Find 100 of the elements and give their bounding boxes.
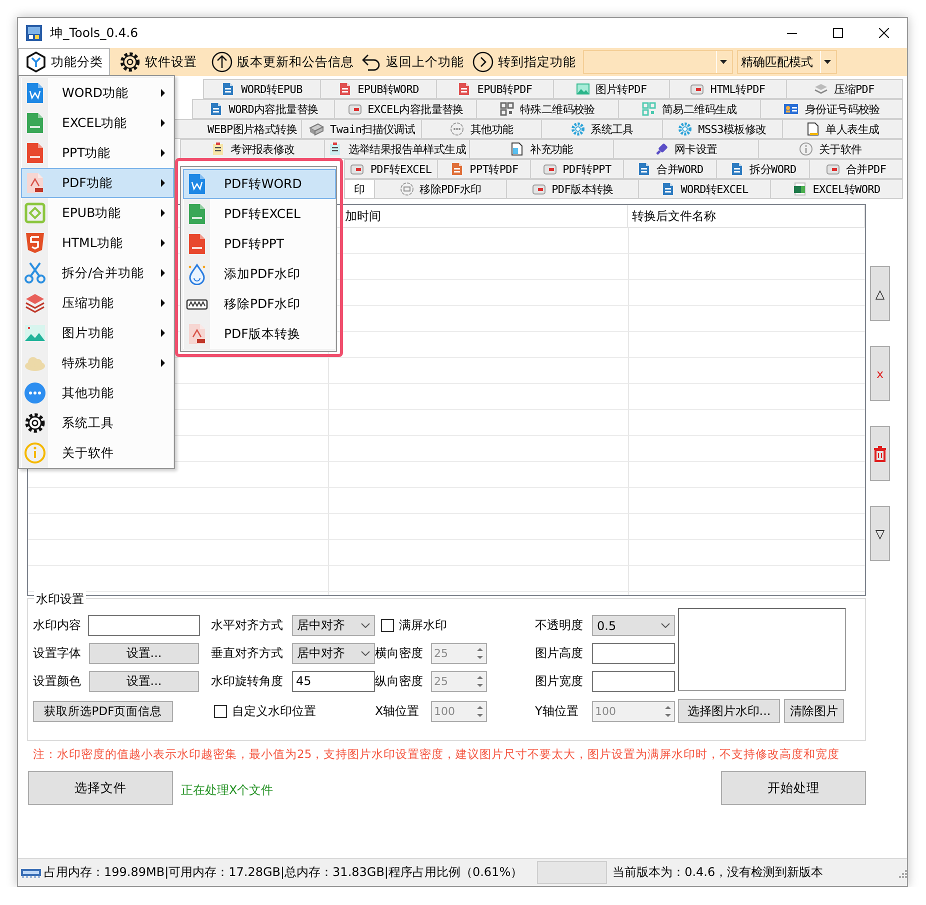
tab[interactable]: 特殊二维码校验: [477, 99, 619, 119]
tab[interactable]: 简易二维码生成: [619, 99, 761, 119]
group-title: 水印设置: [34, 591, 86, 608]
tab[interactable]: 移除PDF水印: [375, 179, 507, 199]
clear-button[interactable]: [870, 426, 890, 481]
id-card-icon: [783, 102, 800, 116]
tab[interactable]: HTML转PDF: [670, 79, 786, 99]
spreadsheet-icon: [24, 112, 46, 134]
toolbar-button[interactable]: 返回上个功能: [353, 48, 461, 76]
tab[interactable]: 印: [344, 179, 375, 199]
close-icon[interactable]: [879, 28, 889, 38]
text-field[interactable]: [592, 670, 675, 692]
menu-item[interactable]: 拆分/合并功能: [21, 258, 174, 288]
menu-item[interactable]: EXCEL功能: [21, 108, 174, 138]
maximize-icon[interactable]: [833, 28, 843, 38]
page-info-button[interactable]: 获取所选PDF页面信息: [33, 700, 173, 722]
memory-icon: [21, 868, 41, 878]
pdf-document-icon: [186, 323, 208, 345]
menu-item[interactable]: 图片功能: [21, 318, 174, 348]
tab[interactable]: PDF转PPT: [531, 159, 624, 179]
menu-item[interactable]: HTML功能: [21, 228, 174, 258]
tab[interactable]: EPUB转PDF: [437, 79, 554, 99]
tab[interactable]: WORD转EXCEL: [639, 179, 771, 199]
tab[interactable]: 身份证号码校验: [761, 99, 903, 119]
dropdown[interactable]: 居中对齐: [292, 642, 375, 664]
label-icon: [532, 182, 546, 196]
choose-image-button[interactable]: 选择图片水印...: [678, 699, 780, 723]
tab[interactable]: MSS3模板修改: [662, 119, 783, 139]
menu-item[interactable]: 移除PDF水印: [183, 289, 336, 319]
dropdown[interactable]: 0.5: [592, 615, 675, 636]
delete-button[interactable]: x: [870, 346, 890, 401]
toolbar-button[interactable]: 软件设置: [112, 48, 194, 76]
document-icon: [730, 162, 744, 176]
tab[interactable]: EXCEL内容批量替换: [335, 99, 477, 119]
color-settings-button[interactable]: 设置...: [89, 670, 199, 692]
label-icon: [350, 162, 364, 176]
tab[interactable]: EXCEL转WORD: [771, 179, 903, 199]
caret-icon: [720, 60, 727, 64]
text-field[interactable]: 45: [292, 670, 375, 692]
menu-item[interactable]: PPT功能: [21, 138, 174, 168]
memory-status: 占用内存：199.89MB|可用内存：17.28GB|总内存：31.83GB|程序占用比例（0.61%）: [44, 864, 523, 881]
menu-item[interactable]: 压缩功能: [21, 288, 174, 318]
menu-item[interactable]: PDF转WORD: [183, 169, 336, 199]
tab[interactable]: 补充功能: [470, 139, 614, 159]
menu-item[interactable]: 关于软件: [21, 438, 174, 468]
toolbar-button[interactable]: 转到指定功能: [465, 48, 573, 76]
menu-item[interactable]: EPUB功能: [21, 198, 174, 228]
start-button[interactable]: 开始处理: [721, 771, 866, 805]
tab[interactable]: WORD转EPUB: [203, 79, 320, 99]
tab[interactable]: 网卡设置: [614, 139, 759, 159]
shield-icon: [24, 232, 46, 254]
tab[interactable]: 合并WORD: [624, 159, 717, 179]
menu-item[interactable]: PDF转EXCEL: [183, 199, 336, 229]
tab[interactable]: 考评报表修改: [180, 139, 326, 159]
menu-item[interactable]: 添加PDF水印: [183, 259, 336, 289]
text-field[interactable]: [88, 615, 200, 636]
tab[interactable]: 其他功能: [422, 119, 542, 139]
field-label: 纵向密度: [375, 672, 424, 690]
menu-item[interactable]: PDF版本转换: [183, 319, 336, 349]
stack-icon: [814, 82, 828, 96]
tab[interactable]: 选举结果报告单样式生成: [325, 139, 470, 159]
gear-icon: [678, 122, 692, 136]
clear-image-button[interactable]: 清除图片: [784, 699, 844, 723]
tab[interactable]: 图片转PDF: [554, 79, 670, 99]
font-settings-button[interactable]: 设置...: [89, 642, 199, 664]
checkbox[interactable]: [381, 619, 394, 632]
tab[interactable]: EPUB转WORD: [320, 79, 437, 99]
menu-item[interactable]: PDF功能: [21, 168, 174, 198]
document-icon: [221, 82, 236, 96]
tab[interactable]: 系统工具: [542, 119, 663, 139]
tab[interactable]: Twain扫描仪调试: [302, 119, 422, 139]
tab[interactable]: WORD内容批量替换: [192, 99, 335, 119]
text-field[interactable]: [592, 642, 675, 664]
menu-item[interactable]: 其他功能: [21, 378, 174, 408]
menu-item[interactable]: WORD功能: [21, 78, 174, 108]
tab[interactable]: 压缩PDF: [786, 79, 903, 99]
tab[interactable]: 合并PDF: [810, 159, 903, 179]
tab[interactable]: PDF转EXCEL: [344, 159, 438, 179]
document-icon: [660, 182, 675, 196]
menu-item[interactable]: PDF转PPT: [183, 229, 336, 259]
tab[interactable]: 单人表生成: [782, 119, 904, 139]
match-mode-dropdown[interactable]: 精确匹配模式: [737, 50, 837, 74]
spreadsheet-icon: [792, 182, 807, 196]
menu-item[interactable]: 特殊功能: [21, 348, 174, 378]
tab[interactable]: PDF版本转换: [507, 179, 639, 199]
tab[interactable]: 拆分WORD: [717, 159, 810, 179]
tab[interactable]: 关于软件: [758, 139, 904, 159]
toolbar-button[interactable]: 功能分类: [18, 48, 110, 76]
menu-item[interactable]: 系统工具: [21, 408, 174, 438]
field-label: 图片高度: [535, 644, 584, 662]
arrow-button[interactable]: ▽: [870, 506, 890, 561]
presentation-icon: [24, 142, 46, 164]
plug-icon: [654, 142, 669, 156]
field-label: 不透明度: [535, 617, 584, 634]
checkbox[interactable]: [214, 704, 227, 718]
dropdown[interactable]: 居中对齐: [292, 615, 375, 636]
choose-file-button[interactable]: 选择文件: [28, 771, 173, 805]
water-drop-icon: [186, 263, 208, 285]
arrow-button[interactable]: △: [870, 266, 890, 321]
tab[interactable]: PPT转PDF: [438, 159, 531, 179]
